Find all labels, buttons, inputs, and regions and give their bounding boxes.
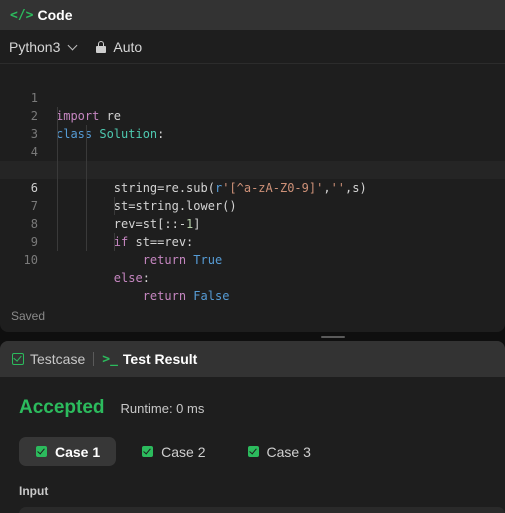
code-line: 8 return True [0, 197, 505, 267]
code-panel: </> Code Python3 Auto 1 import re 2 clas… [0, 0, 505, 332]
check-icon [36, 446, 47, 457]
code-text: return False [142, 289, 230, 303]
editor-toolbar: Python3 Auto [0, 30, 505, 64]
runtime-text: Runtime: 0 ms [120, 401, 205, 416]
code-line: 7 if st==rev: [0, 179, 505, 249]
language-label: Python3 [9, 38, 61, 55]
check-icon [247, 446, 259, 457]
case-tab-1[interactable]: Case 1 [19, 437, 117, 466]
auto-mode-toggle[interactable]: Auto [96, 39, 142, 55]
input-label: Input [19, 484, 49, 498]
code-line-active: 6 rev=st[::-1] [0, 161, 505, 231]
auto-mode-label: Auto [113, 38, 143, 55]
terminal-icon: >_ [102, 351, 118, 367]
tab-divider [93, 352, 95, 366]
code-icon: </> [10, 7, 34, 23]
code-editor[interactable]: 1 import re 2 class Solution: 3 def isPa… [0, 71, 505, 303]
code-line: 10 return False [0, 233, 505, 303]
code-line: 3 def isPalindrome(self, s: str) -> bool… [0, 107, 505, 177]
case-tab-3[interactable]: Case 3 [231, 437, 327, 466]
code-text: return True [142, 253, 223, 267]
panel-resize-handle[interactable] [321, 336, 345, 338]
code-text: else: [113, 271, 150, 285]
tab-test-result[interactable]: >_ Test Result [102, 351, 197, 367]
case-label: Case 3 [266, 443, 311, 460]
tab-testcase-label: Testcase [30, 351, 86, 367]
code-line: 4 string=re.sub(r'[^a-zA-Z0-9]','',s) [0, 125, 505, 195]
result-status: Accepted Runtime: 0 ms [19, 397, 204, 419]
case-label: Case 1 [55, 443, 101, 460]
tab-test-result-label: Test Result [122, 351, 198, 367]
tab-testcase[interactable]: Testcase [12, 351, 85, 367]
code-line: 2 class Solution: [0, 89, 505, 141]
line-number: 10 [23, 253, 38, 267]
case-tab-2[interactable]: Case 2 [125, 437, 221, 466]
chevron-down-icon [67, 40, 78, 50]
input-value-box [19, 507, 505, 513]
check-icon [142, 446, 154, 457]
checkbox-icon [12, 353, 24, 365]
save-status: Saved [11, 309, 46, 323]
code-line: 5 st=string.lower() [0, 143, 505, 213]
case-tabs: Case 1 Case 2 Case 3 [19, 437, 336, 466]
status-accepted: Accepted [19, 397, 105, 418]
code-panel-title: Code [37, 7, 73, 23]
lock-icon [96, 40, 107, 53]
case-label: Case 2 [161, 443, 206, 460]
result-tabs: Testcase >_ Test Result [0, 341, 505, 377]
result-panel: Testcase >_ Test Result Accepted Runtime… [0, 341, 505, 513]
code-line: 9 else: [0, 215, 505, 285]
code-line: 1 import re [0, 71, 505, 123]
code-panel-header: </> Code [0, 0, 505, 30]
language-select[interactable]: Python3 [9, 38, 78, 55]
